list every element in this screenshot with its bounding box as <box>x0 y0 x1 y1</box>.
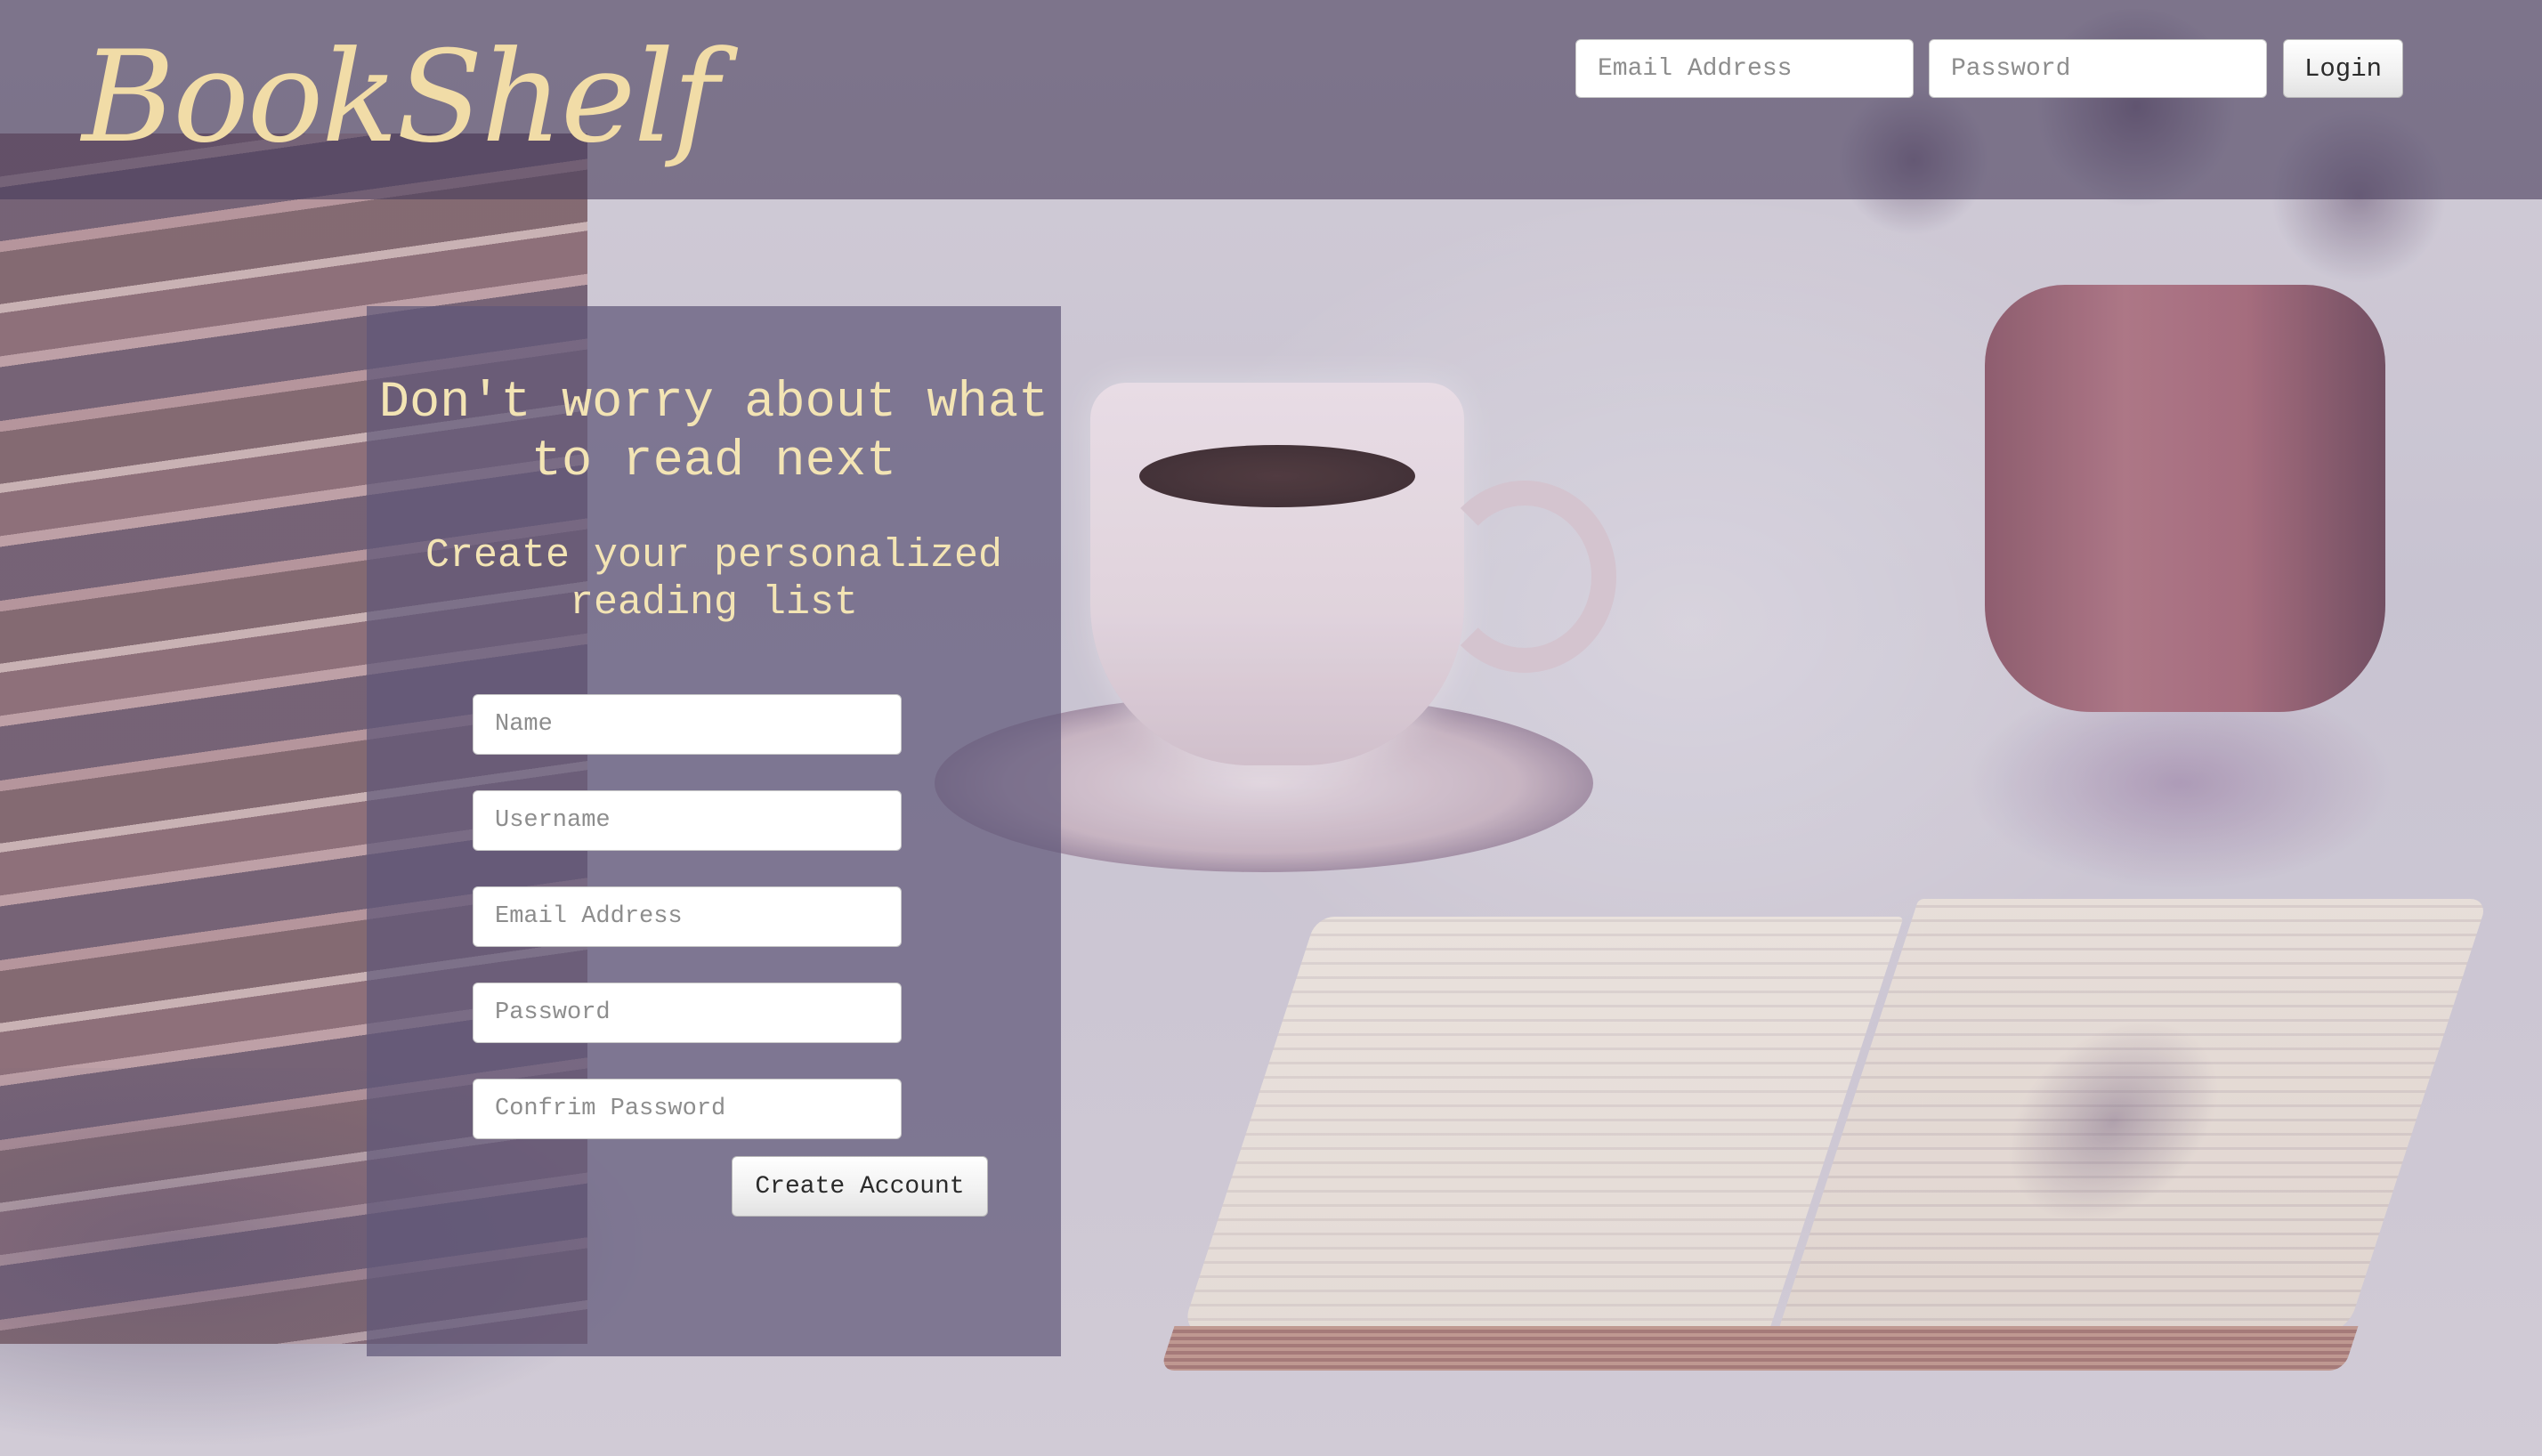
top-header: BookShelf Login <box>0 0 2542 199</box>
site-logo[interactable]: BookShelf <box>82 27 719 169</box>
create-account-button[interactable]: Create Account <box>732 1156 988 1217</box>
name-field[interactable] <box>473 694 902 755</box>
email-field[interactable] <box>473 886 902 947</box>
login-button[interactable]: Login <box>2283 39 2403 98</box>
signup-panel: Don't worry about what to read next Crea… <box>367 306 1061 1356</box>
login-password-input[interactable] <box>1929 39 2267 98</box>
password-field[interactable] <box>473 983 902 1043</box>
signup-subheading: Create your personalized reading list <box>425 533 1003 626</box>
login-email-input[interactable] <box>1575 39 1914 98</box>
username-field[interactable] <box>473 790 902 851</box>
confirm-password-field[interactable] <box>473 1079 902 1139</box>
signup-heading: Don't worry about what to read next <box>378 375 1049 490</box>
